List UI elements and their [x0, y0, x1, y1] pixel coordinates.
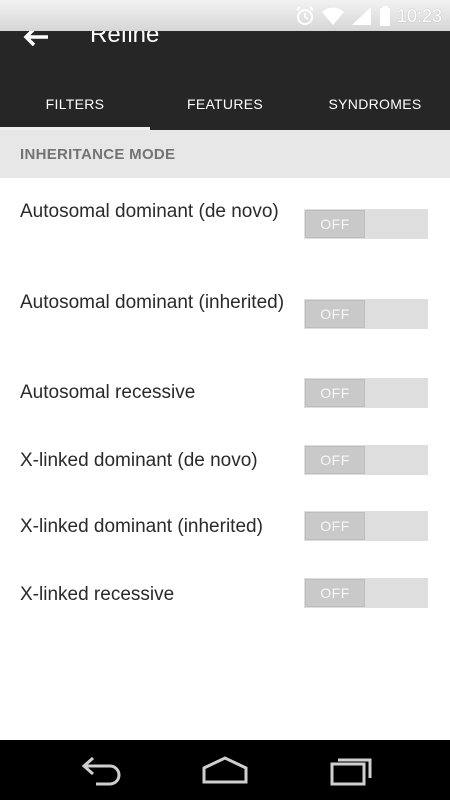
recents-icon[interactable]	[326, 754, 376, 786]
toggle-state: OFF	[305, 379, 365, 407]
home-icon[interactable]	[200, 754, 250, 786]
system-nav-bar	[0, 740, 450, 800]
section-header-inheritance-mode: INHERITANCE MODE	[0, 130, 450, 178]
back-icon[interactable]	[76, 754, 126, 786]
filter-toggle[interactable]: OFF	[304, 299, 428, 329]
tab-features[interactable]: FEATURES	[150, 78, 300, 130]
tab-syndromes[interactable]: SYNDROMES	[300, 78, 450, 130]
alarm-icon	[296, 6, 314, 25]
app-bar: Refine	[0, 31, 450, 78]
wifi-icon	[321, 7, 344, 25]
filter-label: Autosomal dominant (de novo)	[20, 201, 279, 222]
filter-toggle[interactable]: OFF	[304, 378, 428, 408]
filter-row: Autosomal dominant (de novo) OFF	[0, 200, 450, 248]
tab-bar: FILTERS FEATURES SYNDROMES	[0, 78, 450, 130]
battery-icon	[379, 6, 390, 26]
filter-row: X-linked dominant (inherited) OFF	[0, 511, 450, 541]
toggle-state: OFF	[305, 300, 365, 328]
filter-row: Autosomal recessive OFF	[0, 378, 450, 408]
filter-toggle[interactable]: OFF	[304, 511, 428, 541]
filter-label: Autosomal recessive	[20, 382, 196, 403]
filter-toggle[interactable]: OFF	[304, 445, 428, 475]
clock: 10:23	[396, 5, 442, 26]
toggle-state: OFF	[305, 579, 365, 607]
back-arrow-icon[interactable]	[22, 31, 50, 47]
filter-row: X-linked dominant (de novo) OFF	[0, 445, 450, 475]
filter-label: X-linked dominant (inherited)	[20, 516, 263, 537]
tab-filters[interactable]: FILTERS	[0, 78, 150, 130]
page-title: Refine	[90, 31, 160, 48]
filter-label: X-linked recessive	[20, 584, 175, 605]
filter-label: Autosomal dominant (inherited)	[20, 292, 285, 313]
filter-row: X-linked recessive OFF	[0, 578, 450, 608]
toggle-state: OFF	[305, 446, 365, 474]
toggle-state: OFF	[305, 210, 365, 238]
status-icons: 10:23	[295, 4, 442, 28]
signal-icon	[351, 7, 371, 25]
toggle-state: OFF	[305, 512, 365, 540]
filter-label: X-linked dominant (de novo)	[20, 450, 258, 471]
filter-toggle[interactable]: OFF	[304, 578, 428, 608]
status-bar: 10:23	[0, 0, 450, 31]
filter-toggle[interactable]: OFF	[304, 209, 428, 239]
filter-row: Autosomal dominant (inherited) OFF	[0, 291, 450, 339]
